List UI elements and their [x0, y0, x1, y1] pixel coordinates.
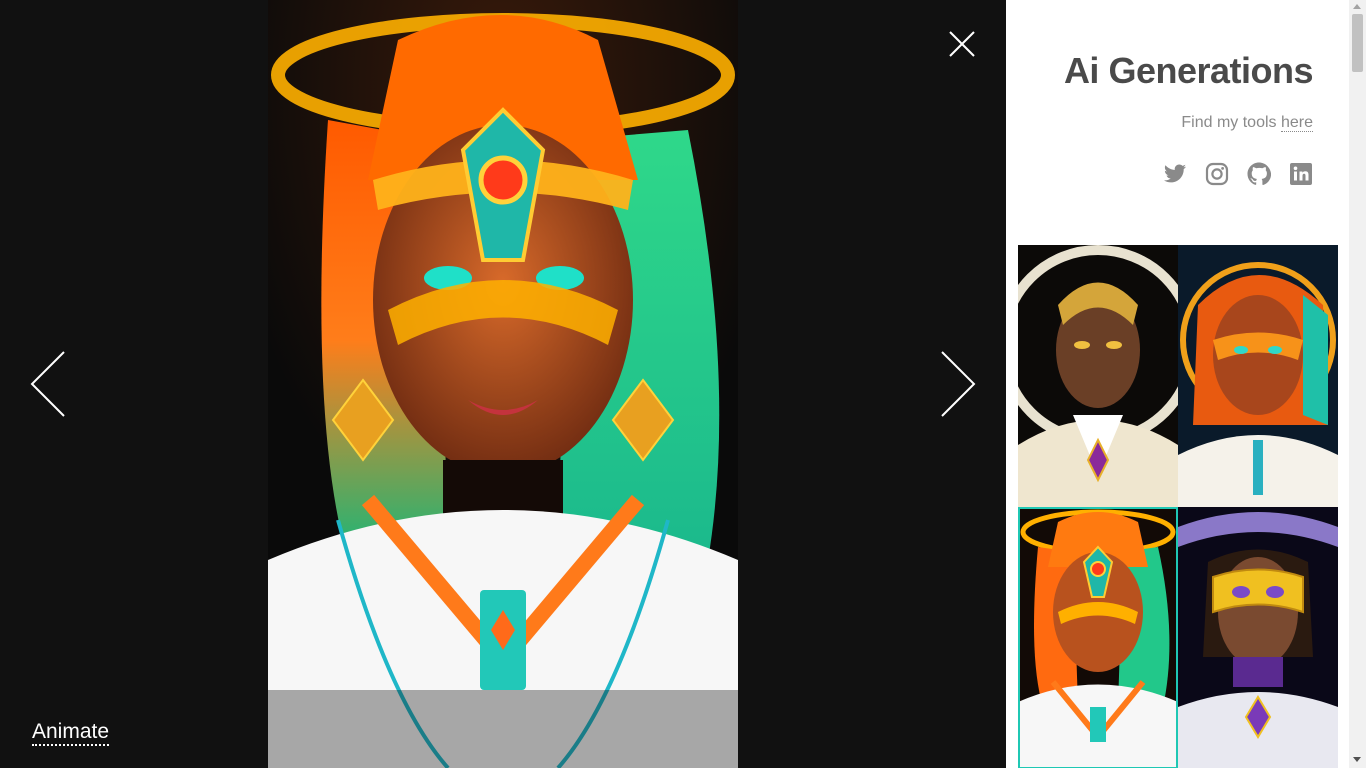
- linkedin-icon[interactable]: [1289, 162, 1313, 186]
- close-button[interactable]: [946, 28, 978, 60]
- thumbnail-grid: [1018, 245, 1338, 768]
- github-icon[interactable]: [1247, 162, 1272, 186]
- site-title: Ai Generations: [1063, 50, 1314, 91]
- sidebar-scrollbar[interactable]: [1349, 0, 1366, 768]
- social-links: [1163, 162, 1313, 186]
- twitter-icon[interactable]: [1163, 162, 1187, 186]
- chevron-left-icon: [30, 351, 65, 417]
- main-portrait-image: [268, 0, 738, 768]
- scroll-down-arrow-icon[interactable]: [1353, 757, 1361, 762]
- thumbnail-gold-halo-portrait[interactable]: [1018, 245, 1178, 507]
- tagline-text: Find my tools: [1181, 114, 1281, 131]
- instagram-icon[interactable]: [1205, 162, 1229, 186]
- previous-image-button[interactable]: [30, 350, 66, 418]
- lightbox: Animate: [0, 0, 1006, 768]
- thumbnail-orange-hair-portrait[interactable]: [1178, 245, 1338, 507]
- sidebar: Ai Generations Find my tools here: [1006, 0, 1349, 768]
- chevron-right-icon: [941, 351, 976, 417]
- thumbnail-rainbow-hair-portrait[interactable]: [1018, 507, 1178, 768]
- next-image-button[interactable]: [940, 350, 976, 418]
- scroll-up-arrow-icon[interactable]: [1353, 4, 1361, 9]
- tagline: Find my tools here: [1181, 114, 1313, 132]
- scroll-thumb[interactable]: [1352, 14, 1363, 72]
- tools-link[interactable]: here: [1280, 114, 1313, 132]
- animate-link[interactable]: Animate: [32, 721, 110, 746]
- main-image: [268, 0, 738, 768]
- close-icon: [949, 31, 975, 57]
- thumbnail-gold-visor-portrait[interactable]: [1178, 507, 1338, 768]
